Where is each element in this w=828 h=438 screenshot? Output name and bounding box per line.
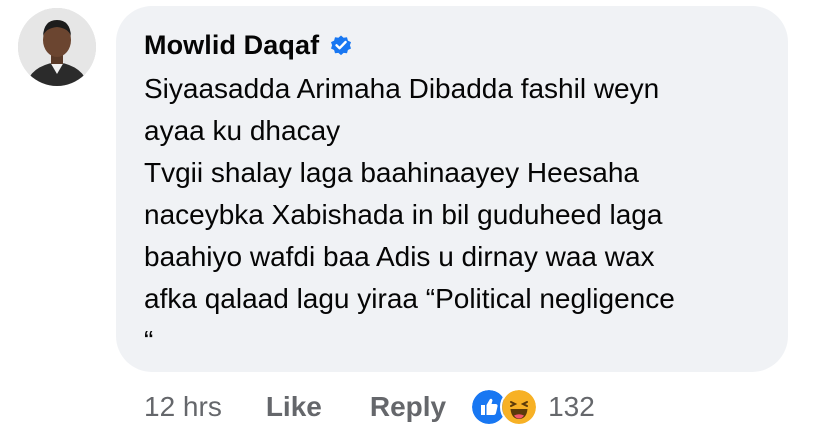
comment-timestamp[interactable]: 12 hrs (144, 391, 222, 423)
comment-bubble: Mowlid Daqaf Siyaasadda Arimaha Dibadda … (116, 6, 788, 372)
haha-reaction-icon (500, 388, 539, 426)
comment-actions: 12 hrs Like Reply 132 (144, 386, 595, 428)
reply-button[interactable]: Reply (370, 391, 446, 423)
avatar-photo (18, 8, 96, 86)
reactions-summary[interactable]: 132 (470, 388, 595, 426)
like-button[interactable]: Like (266, 391, 322, 423)
author-avatar[interactable] (18, 8, 96, 86)
verified-badge-icon (329, 33, 353, 57)
comment-author[interactable]: Mowlid Daqaf (144, 30, 319, 61)
reaction-count: 132 (548, 391, 595, 422)
comment-text: Siyaasadda Arimaha Dibadda fashil weyn a… (144, 73, 675, 356)
